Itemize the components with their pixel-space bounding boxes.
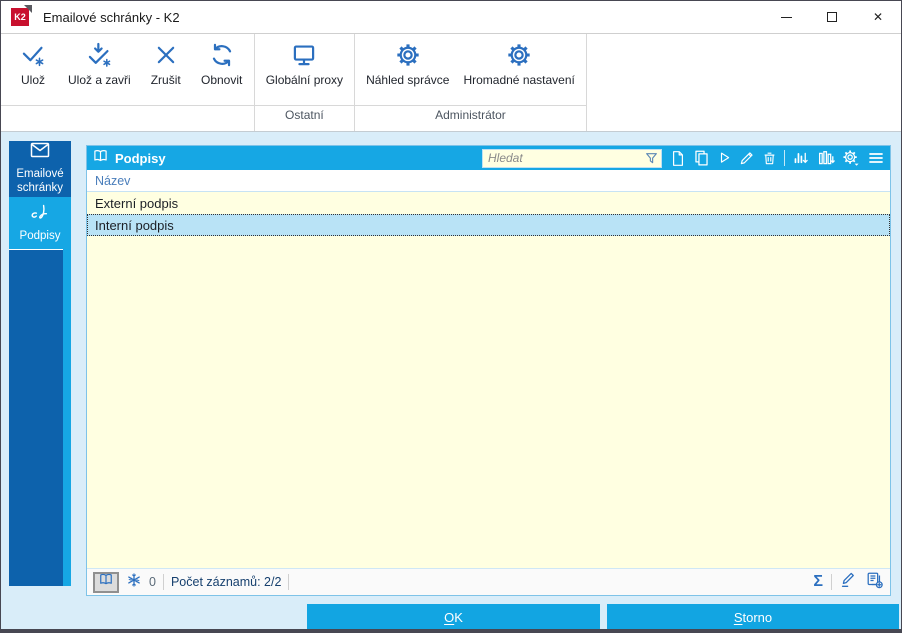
- columns-chart-icon[interactable]: [817, 150, 835, 167]
- ok-button-accel: O: [444, 610, 454, 625]
- cancel-button[interactable]: Zrušit: [138, 37, 194, 105]
- save-close-arrow-check-icon: [86, 42, 112, 68]
- sidebar-item-label: Podpisy: [20, 229, 61, 243]
- maximize-icon: [827, 12, 837, 22]
- panel-title: Podpisy: [115, 151, 166, 166]
- minimize-button[interactable]: [763, 1, 809, 33]
- save-button-label: Ulož: [21, 73, 45, 87]
- ribbon-group-administrator-label: Administrátor: [355, 105, 586, 123]
- cancel-button-label: Zrušit: [151, 73, 181, 87]
- maximize-button[interactable]: [809, 1, 855, 33]
- ribbon-toolbar: Ulož Ulož a zavři: [1, 33, 901, 132]
- sidebar-filler-panel: [9, 249, 63, 586]
- status-separator: [288, 574, 289, 590]
- refresh-icon: [209, 42, 235, 68]
- close-button[interactable]: ✕: [855, 1, 901, 33]
- ribbon-group-main: Ulož Ulož a zavři: [1, 34, 255, 131]
- minimize-icon: [781, 17, 792, 18]
- close-icon: ✕: [873, 10, 883, 24]
- open-book-icon: [92, 148, 109, 169]
- frozen-count: 0: [149, 575, 156, 589]
- envelope-icon: [30, 142, 50, 162]
- app-window: K2 Emailové schránky - K2 ✕ Ulož: [0, 0, 902, 633]
- ribbon-group-ostatni: Globální proxy Ostatní: [255, 34, 355, 131]
- snowflake-icon: [126, 572, 142, 593]
- storno-button-label: torno: [743, 610, 773, 625]
- filter-funnel-icon[interactable]: [644, 151, 659, 171]
- menu-icon[interactable]: [867, 150, 885, 166]
- sum-sigma-icon[interactable]: Σ: [813, 574, 823, 590]
- grid-column-header[interactable]: Název: [87, 170, 890, 192]
- storno-button[interactable]: Storno: [607, 604, 899, 630]
- toolbar-separator: [784, 150, 785, 166]
- run-icon[interactable]: [717, 150, 732, 166]
- row-label: Interní podpis: [95, 218, 174, 233]
- record-count-label: Počet záznamů: 2/2: [171, 575, 281, 589]
- sidebar-nav: Emailové schránky Podpisy: [9, 141, 71, 586]
- admin-preview-button[interactable]: Náhled správce: [359, 37, 456, 105]
- signature-icon: [29, 203, 51, 225]
- sidebar-item-label: Emailové schránky: [9, 167, 71, 196]
- column-header-nazev: Název: [95, 174, 130, 188]
- book-view-button[interactable]: [93, 572, 119, 593]
- search-input[interactable]: [482, 149, 662, 168]
- grid-empty-area: [87, 236, 890, 568]
- window-title: Emailové schránky - K2: [43, 10, 180, 25]
- panel-toolbar: [670, 149, 885, 167]
- settings-gear-icon[interactable]: [842, 149, 860, 167]
- status-separator: [163, 574, 164, 590]
- sidebar-filler: [9, 249, 71, 586]
- table-row-interni-podpis[interactable]: Interní podpis: [87, 214, 890, 236]
- global-proxy-button-label: Globální proxy: [266, 73, 343, 87]
- save-and-close-button[interactable]: Ulož a zavři: [61, 37, 138, 105]
- edit-pencil-icon[interactable]: [739, 150, 755, 166]
- global-proxy-button[interactable]: Globální proxy: [259, 37, 350, 105]
- ok-button-label: K: [454, 610, 463, 625]
- table-row-externi-podpis[interactable]: Externí podpis: [87, 192, 890, 214]
- admin-preview-button-label: Náhled správce: [366, 73, 449, 87]
- storno-button-accel: S: [734, 610, 743, 625]
- ribbon-group-main-label: [1, 105, 254, 123]
- sidebar-item-podpisy[interactable]: Podpisy: [9, 197, 71, 249]
- title-bar: K2 Emailové schránky - K2 ✕: [1, 1, 901, 33]
- sidebar-item-emailove-schranky[interactable]: Emailové schránky: [9, 141, 71, 197]
- save-check-star-icon: [20, 42, 46, 68]
- new-record-icon[interactable]: [670, 150, 686, 167]
- bulk-settings-button[interactable]: Hromadné nastavení: [456, 37, 581, 105]
- copy-record-icon[interactable]: [693, 150, 710, 167]
- bulk-settings-button-label: Hromadné nastavení: [463, 73, 574, 87]
- save-button[interactable]: Ulož: [5, 37, 61, 105]
- status-separator: [831, 574, 832, 590]
- gear-icon: [506, 42, 532, 68]
- delete-trash-icon[interactable]: [762, 150, 777, 166]
- row-label: Externí podpis: [95, 196, 178, 211]
- search-box: [482, 149, 662, 168]
- notes-add-icon[interactable]: [865, 571, 884, 594]
- sort-chart-icon[interactable]: [792, 150, 810, 167]
- ok-button[interactable]: OK: [307, 604, 600, 630]
- edit-pencil-icon[interactable]: [840, 571, 857, 593]
- refresh-button-label: Obnovit: [201, 73, 242, 87]
- k2-logo-icon: K2: [11, 8, 29, 26]
- ribbon-group-ostatni-label: Ostatní: [255, 105, 354, 123]
- refresh-button[interactable]: Obnovit: [194, 37, 250, 105]
- status-right-tools: Σ: [813, 571, 884, 594]
- signatures-panel: Podpisy: [86, 145, 891, 596]
- open-book-icon: [98, 572, 114, 592]
- cancel-x-icon: [153, 42, 179, 68]
- panel-header: Podpisy: [87, 146, 890, 170]
- monitor-icon: [291, 42, 317, 68]
- save-and-close-button-label: Ulož a zavři: [68, 73, 131, 87]
- ribbon-group-administrator: Náhled správce Hromadné nastavení Admini…: [355, 34, 587, 131]
- panel-status-bar: 0 Počet záznamů: 2/2 Σ: [87, 568, 890, 595]
- window-controls: ✕: [763, 1, 901, 33]
- gear-icon: [395, 42, 421, 68]
